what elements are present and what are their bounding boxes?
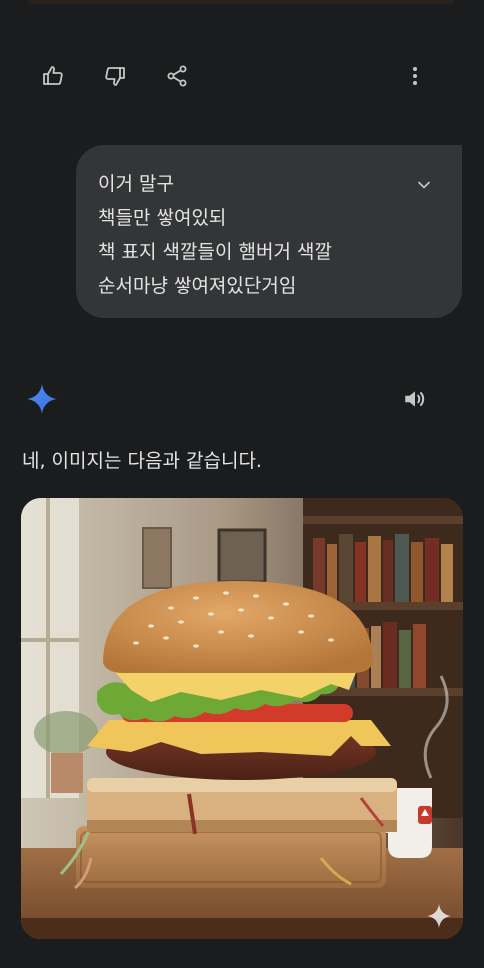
thumbs-up-icon <box>43 66 63 85</box>
previous-image-edge <box>28 0 454 4</box>
thumbs-down-icon <box>105 67 125 86</box>
user-message-line: 이거 말구 <box>98 173 174 195</box>
user-message-line: 책 표지 색깔들이 햄버거 색깔 <box>98 241 332 263</box>
response-action-bar <box>0 58 484 94</box>
thumbs-down-button[interactable] <box>97 58 133 94</box>
speaker-icon <box>405 391 425 407</box>
thumbs-up-button[interactable] <box>35 58 71 94</box>
read-aloud-button[interactable] <box>398 382 432 416</box>
share-icon <box>167 65 187 87</box>
generated-image[interactable] <box>21 498 463 939</box>
user-message-line: 책들만 쌓여있되 <box>98 207 227 229</box>
more-vert-icon <box>413 67 417 85</box>
more-options-button[interactable] <box>397 58 433 94</box>
gemini-sparkle-icon <box>27 384 57 414</box>
response-text: 네, 이미지는 다음과 같습니다. <box>22 450 262 472</box>
chevron-down-icon[interactable] <box>414 175 434 195</box>
share-button[interactable] <box>159 58 195 94</box>
user-message-line: 순서마냥 쌓여져있단거임 <box>98 275 297 297</box>
user-message-bubble: 이거 말구 책들만 쌓여있되 책 표지 색깔들이 햄버거 색깔 순서마냥 쌓여져… <box>76 145 462 318</box>
